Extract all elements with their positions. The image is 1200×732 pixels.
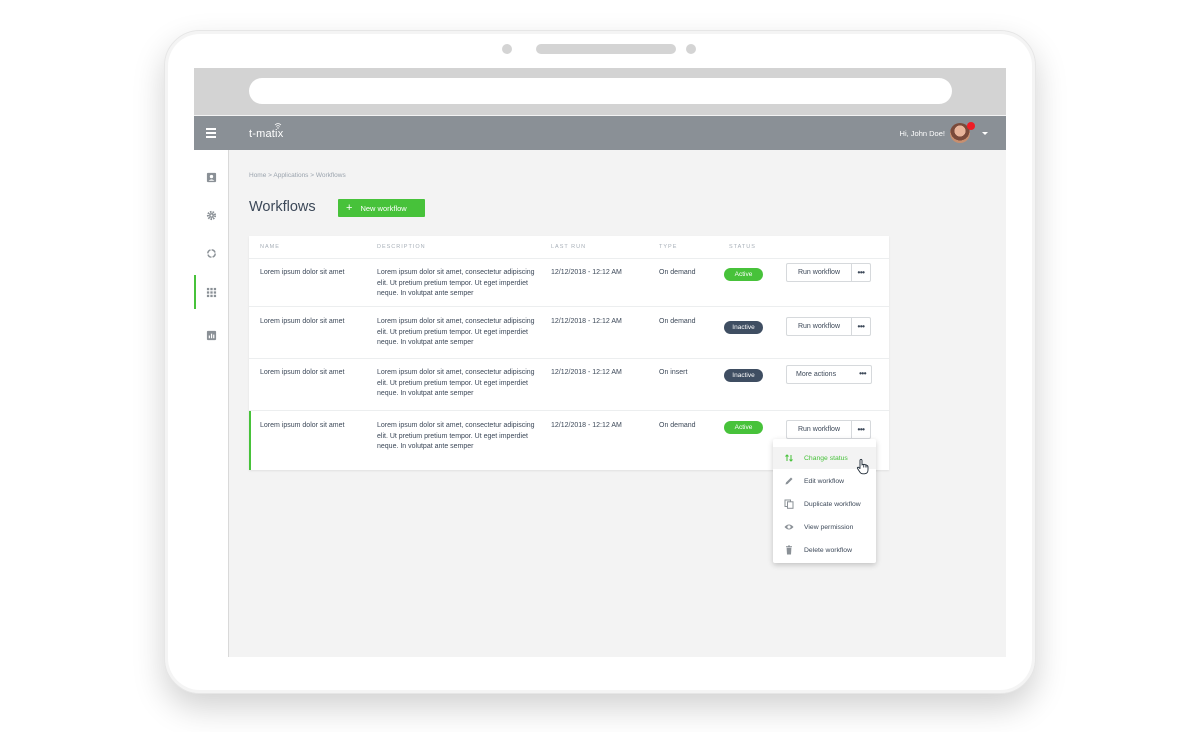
row-description: Lorem ipsum dolor sit amet, consectetur … (377, 269, 535, 297)
run-workflow-button[interactable]: Run workflow (787, 421, 852, 438)
menu-item-label: View permission (804, 523, 854, 531)
row-last-run: 12/12/2018 - 12:12 AM (551, 269, 622, 276)
row-type: On demand (659, 269, 696, 276)
table-row[interactable]: Lorem ipsum dolor sit amet Lorem ipsum d… (249, 358, 889, 410)
breadcrumb[interactable]: Home > Applications > Workflows (249, 172, 346, 179)
more-options-icon[interactable]: ••• (852, 421, 870, 438)
row-description: Lorem ipsum dolor sit amet, consectetur … (377, 422, 535, 450)
status-badge: Active (724, 421, 763, 434)
workflows-table: NAME DESCRIPTION LAST RUN TYPE STATUS Lo… (249, 236, 889, 470)
gear-icon (206, 210, 217, 220)
row-last-run: 12/12/2018 - 12:12 AM (551, 369, 622, 376)
row-type: On insert (659, 369, 688, 376)
status-badge: Active (724, 268, 763, 281)
table-row[interactable]: Lorem ipsum dolor sit amet Lorem ipsum d… (249, 258, 889, 306)
column-header-status[interactable]: STATUS (729, 244, 756, 250)
more-options-icon[interactable]: ••• (852, 318, 870, 335)
app-logo[interactable]: t-matix (249, 128, 283, 140)
column-header-description[interactable]: DESCRIPTION (377, 244, 426, 250)
page-title: Workflows (249, 199, 316, 215)
plus-icon: + (346, 201, 353, 214)
bar-chart-icon (206, 330, 217, 340)
sidebar-item-settings[interactable] (194, 198, 229, 232)
row-actions: Run workflow ••• (786, 420, 871, 439)
menu-item-label: Delete workflow (804, 546, 852, 554)
column-header-type[interactable]: TYPE (659, 244, 677, 250)
copy-icon (784, 499, 794, 509)
trash-icon (786, 545, 792, 555)
hamburger-menu-icon[interactable] (206, 128, 216, 138)
row-last-run: 12/12/2018 - 12:12 AM (551, 422, 622, 429)
row-actions: Run workflow ••• (786, 263, 871, 282)
hand-cursor-icon (856, 458, 869, 475)
run-workflow-button[interactable]: Run workflow (787, 318, 852, 335)
sidebar-item-applications[interactable] (194, 275, 229, 309)
row-actions: Run workflow ••• (786, 317, 871, 336)
row-description: Lorem ipsum dolor sit amet, consectetur … (377, 318, 535, 346)
menu-item-label: Change status (804, 454, 848, 462)
sidebar-item-reports[interactable] (194, 318, 229, 352)
row-name: Lorem ipsum dolor sit amet (260, 369, 345, 376)
sidebar-item-contacts[interactable] (194, 160, 229, 194)
circle-progress-icon (207, 248, 216, 258)
row-name: Lorem ipsum dolor sit amet (260, 318, 345, 325)
status-badge: Inactive (724, 321, 763, 334)
row-actions: More actions ••• (786, 365, 872, 384)
menu-item-delete-workflow[interactable]: Delete workflow (773, 539, 876, 561)
table-row[interactable]: Lorem ipsum dolor sit amet Lorem ipsum d… (249, 306, 889, 358)
camera-dot (502, 44, 512, 54)
new-workflow-button[interactable]: + New workflow (338, 199, 425, 217)
url-field[interactable] (249, 78, 952, 104)
menu-item-view-permission[interactable]: View permission (773, 516, 876, 538)
contact-card-icon (206, 172, 217, 182)
run-workflow-button[interactable]: Run workflow (787, 264, 852, 281)
eye-icon (784, 524, 794, 530)
more-actions-button[interactable]: More actions ••• (787, 366, 871, 383)
screen: t-matix Hi, John Doe! Home > Application… (194, 68, 1006, 657)
row-name: Lorem ipsum dolor sit amet (260, 269, 345, 276)
browser-bar (194, 68, 1006, 115)
row-description: Lorem ipsum dolor sit amet, consectetur … (377, 369, 535, 397)
sensor-dot (686, 44, 696, 54)
sidebar (194, 150, 229, 657)
sidebar-item-progress[interactable] (194, 236, 229, 270)
row-type: On demand (659, 318, 696, 325)
new-workflow-label: New workflow (360, 203, 407, 213)
chevron-down-icon[interactable] (982, 132, 988, 135)
menu-item-label: Duplicate workflow (804, 500, 861, 508)
more-actions-label: More actions (796, 371, 837, 378)
speaker-grille (536, 44, 676, 54)
menu-item-duplicate-workflow[interactable]: Duplicate workflow (773, 493, 876, 515)
apps-grid-icon (206, 287, 217, 297)
row-type: On demand (659, 422, 696, 429)
app-header: t-matix Hi, John Doe! (194, 116, 1006, 150)
user-greeting: Hi, John Doe! (899, 129, 945, 138)
signal-icon (274, 123, 282, 129)
more-options-icon[interactable]: ••• (852, 264, 870, 281)
swap-vertical-icon (785, 454, 793, 462)
status-badge: Inactive (724, 369, 763, 382)
row-name: Lorem ipsum dolor sit amet (260, 422, 345, 429)
pencil-icon (785, 477, 793, 485)
menu-item-label: Edit workflow (804, 477, 845, 485)
notification-badge (967, 122, 975, 130)
row-last-run: 12/12/2018 - 12:12 AM (551, 318, 622, 325)
column-header-last-run[interactable]: LAST RUN (551, 244, 586, 250)
more-options-icon: ••• (859, 369, 866, 378)
column-header-name[interactable]: NAME (260, 244, 280, 250)
